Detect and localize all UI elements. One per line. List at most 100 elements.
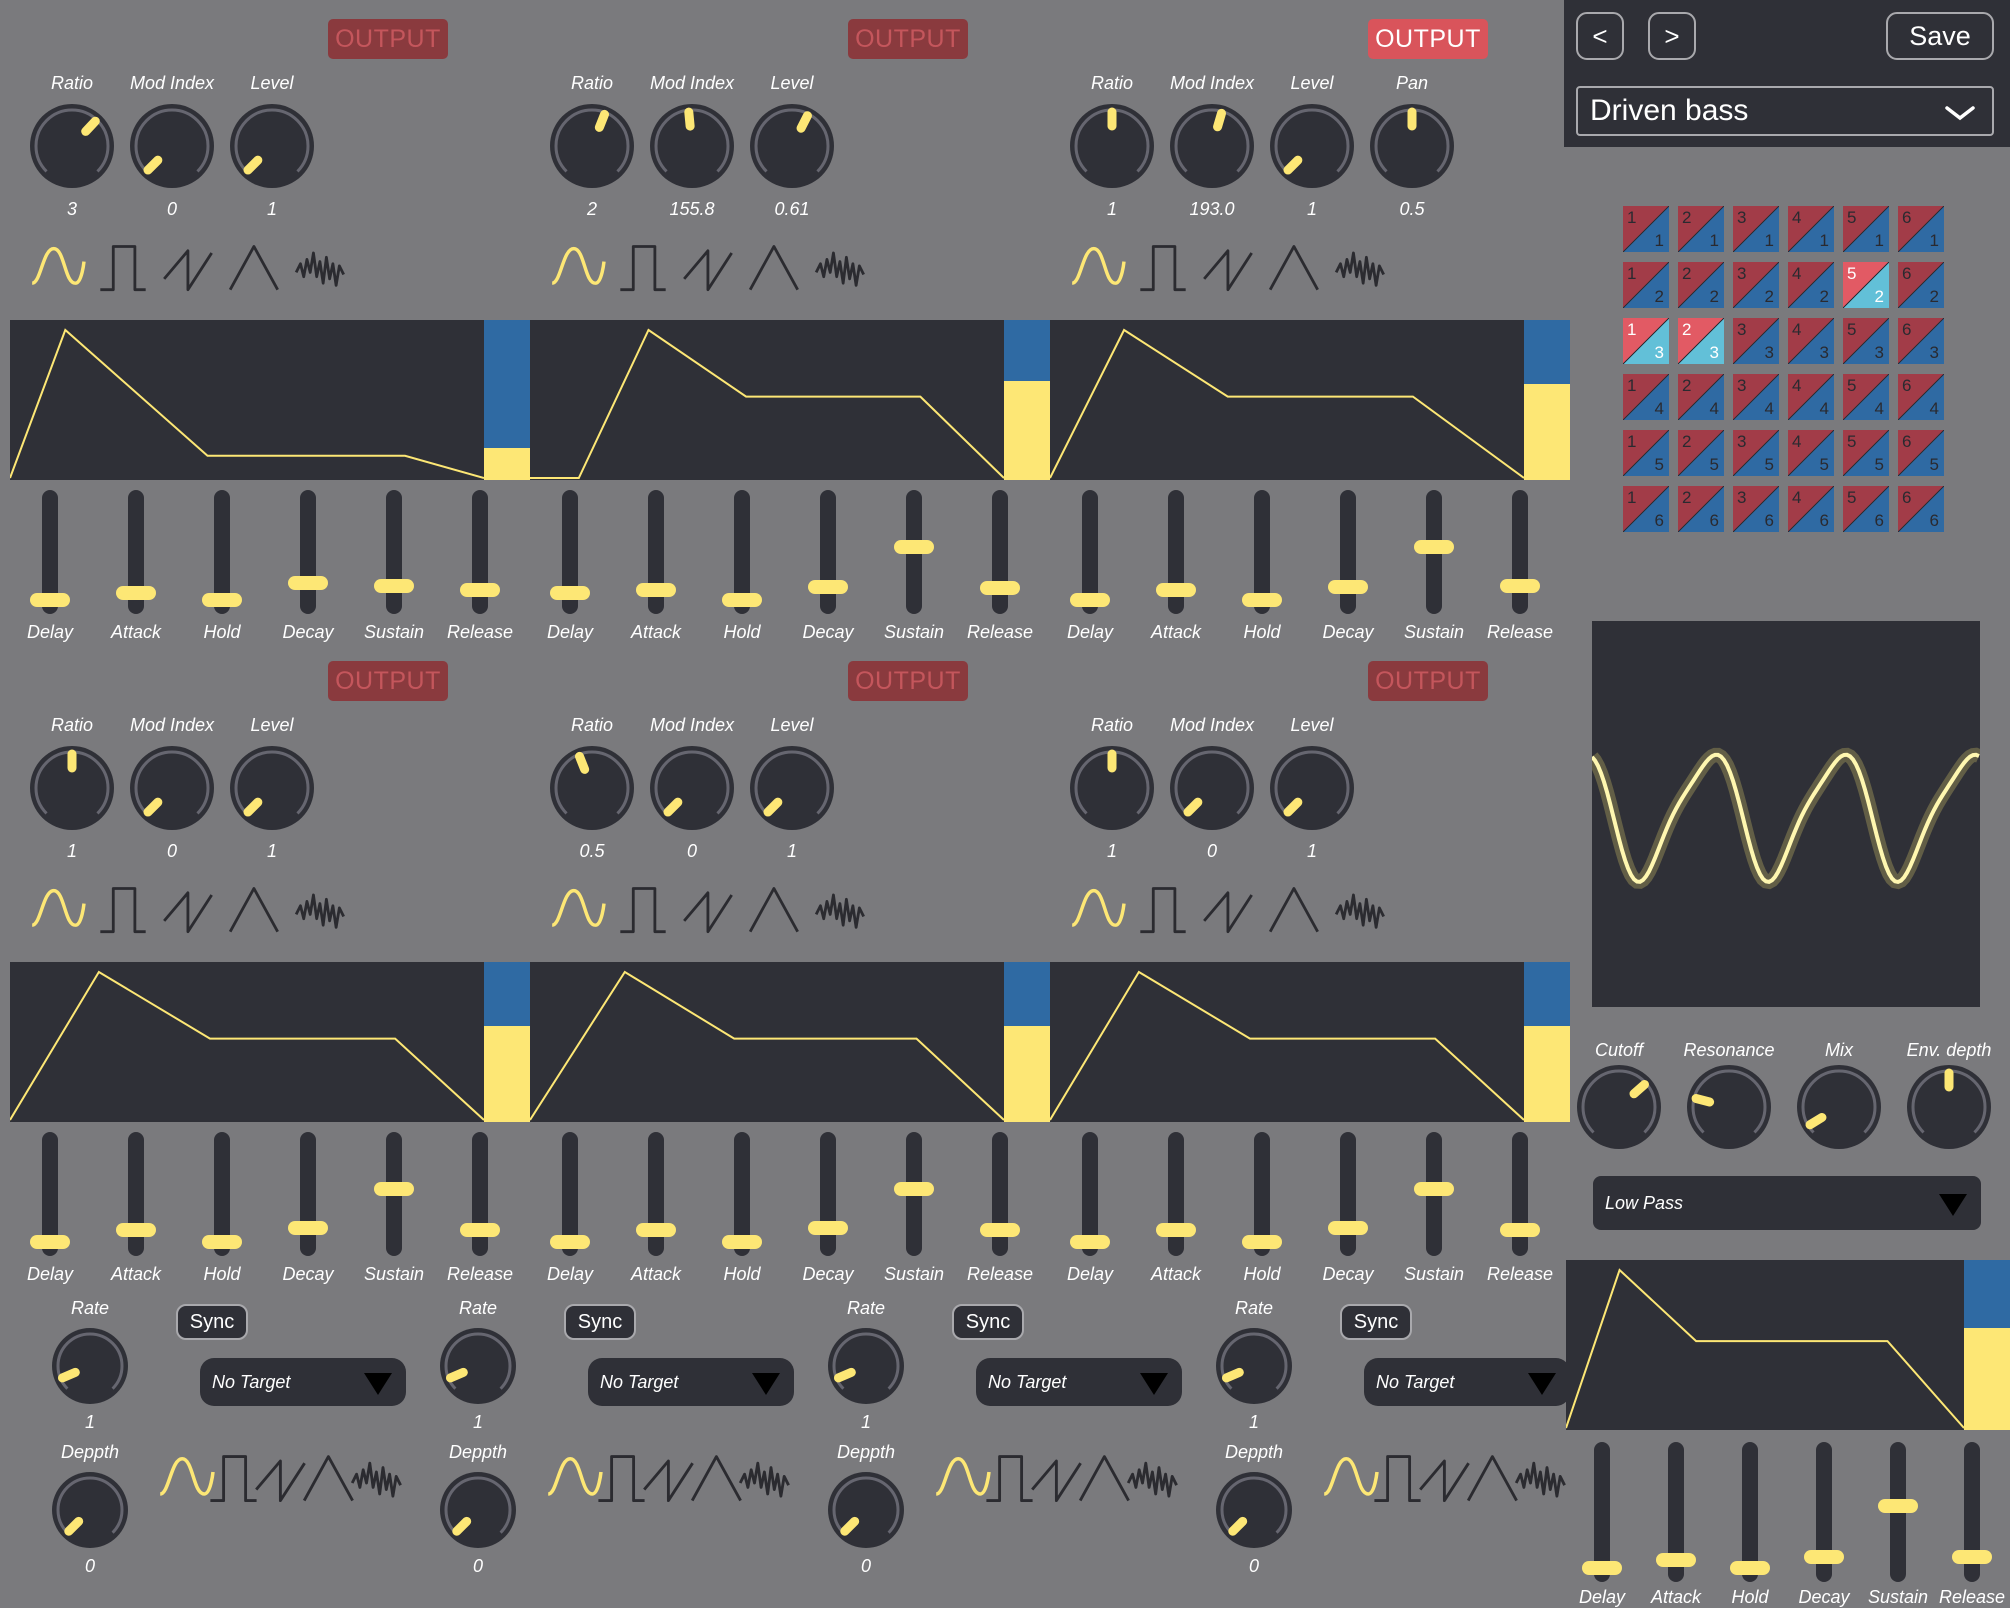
triangle-wave-icon[interactable] [1268,240,1324,296]
op5-hold-slider-thumb[interactable] [722,1235,762,1249]
filter-release-slider-thumb[interactable] [1952,1549,1992,1564]
square-wave-icon[interactable] [96,240,152,296]
op2-hold-slider-thumb[interactable] [722,593,762,607]
op5-mod-index-knob[interactable] [644,740,740,836]
op2-level-knob[interactable] [744,98,840,194]
op6-sustain-slider-thumb[interactable] [1414,1182,1454,1197]
op6-output-button[interactable]: OUTPUT [1368,661,1488,701]
op5-attack-slider-thumb[interactable] [636,1222,676,1237]
op4-decay-slider-thumb[interactable] [288,1220,328,1235]
op3-attack-slider-thumb[interactable] [1156,583,1196,598]
op5-attack-slider[interactable] [648,1132,664,1256]
op2-release-slider[interactable] [992,490,1008,614]
matrix-cell-2-2[interactable]: 22 [1678,262,1724,308]
sine-wave-icon[interactable] [30,240,86,296]
matrix-cell-4-6[interactable]: 46 [1788,486,1834,532]
op4-delay-slider-thumb[interactable] [30,1235,70,1249]
op2-delay-slider-thumb[interactable] [550,586,590,601]
matrix-cell-2-5[interactable]: 25 [1678,430,1724,476]
sine-wave-icon[interactable] [1070,240,1126,296]
matrix-cell-3-2[interactable]: 32 [1733,262,1779,308]
sine-wave-icon[interactable] [550,240,606,296]
op4-attack-slider[interactable] [128,1132,144,1256]
op1-attack-slider-thumb[interactable] [116,586,156,601]
op5-release-slider-thumb[interactable] [980,1223,1020,1238]
filter-hold-slider-thumb[interactable] [1730,1561,1770,1575]
lfo4-depth-knob[interactable] [1210,1466,1298,1554]
noise-wave-icon[interactable] [814,240,870,296]
op6-attack-slider[interactable] [1168,1132,1184,1256]
op6-release-slider-thumb[interactable] [1500,1223,1540,1238]
op4-hold-slider-thumb[interactable] [202,1235,242,1249]
op6-hold-slider-thumb[interactable] [1242,1235,1282,1249]
filter-type-select[interactable]: Low Pass [1593,1176,1981,1230]
lfo2-target-select[interactable]: No Target [588,1358,794,1406]
triangle-wave-icon[interactable] [748,882,804,938]
op1-decay-slider-thumb[interactable] [288,575,328,590]
op1-sustain-slider[interactable] [386,490,402,614]
op2-ratio-knob[interactable] [544,98,640,194]
op5-delay-slider-thumb[interactable] [550,1235,590,1249]
matrix-cell-5-4[interactable]: 54 [1843,374,1889,420]
matrix-cell-2-4[interactable]: 24 [1678,374,1724,420]
lfo3-target-select[interactable]: No Target [976,1358,1182,1406]
matrix-cell-6-3[interactable]: 63 [1898,318,1944,364]
lfo3-rate-knob[interactable] [822,1322,910,1410]
saw-wave-icon[interactable] [1202,882,1258,938]
op1-delay-slider-thumb[interactable] [30,593,70,607]
op5-output-button[interactable]: OUTPUT [848,661,968,701]
lfo1-target-select[interactable]: No Target [200,1358,406,1406]
noise-wave-icon[interactable] [1126,1450,1183,1507]
op1-ratio-knob[interactable] [24,98,120,194]
matrix-cell-5-6[interactable]: 56 [1843,486,1889,532]
save-button[interactable]: Save [1886,12,1994,60]
square-wave-icon[interactable] [1136,882,1192,938]
op4-decay-slider[interactable] [300,1132,316,1256]
op6-mod-index-knob[interactable] [1164,740,1260,836]
matrix-cell-6-2[interactable]: 62 [1898,262,1944,308]
prev-preset-button[interactable]: < [1576,12,1624,60]
triangle-wave-icon[interactable] [228,882,284,938]
noise-wave-icon[interactable] [1334,882,1390,938]
op6-ratio-knob[interactable] [1064,740,1160,836]
op5-level-knob[interactable] [744,740,840,836]
matrix-cell-1-5[interactable]: 15 [1623,430,1669,476]
op3-hold-slider-thumb[interactable] [1242,593,1282,607]
filter-resonance-knob[interactable] [1681,1059,1777,1155]
op3-pan-knob[interactable] [1364,98,1460,194]
matrix-cell-4-2[interactable]: 42 [1788,262,1834,308]
op6-release-slider[interactable] [1512,1132,1528,1256]
op4-attack-slider-thumb[interactable] [116,1223,156,1238]
lfo2-sync-button[interactable]: Sync [564,1304,636,1340]
matrix-cell-4-5[interactable]: 45 [1788,430,1834,476]
filter-env-depth-knob[interactable] [1901,1059,1997,1155]
op2-sustain-slider-thumb[interactable] [894,540,934,555]
filter-mix-knob[interactable] [1791,1059,1887,1155]
op4-mod-index-knob[interactable] [124,740,220,836]
triangle-wave-icon[interactable] [1268,882,1324,938]
op2-output-button[interactable]: OUTPUT [848,19,968,59]
op6-delay-slider-thumb[interactable] [1070,1235,1110,1249]
op1-hold-slider-thumb[interactable] [202,593,242,607]
lfo4-rate-knob[interactable] [1210,1322,1298,1410]
op3-decay-slider[interactable] [1340,490,1356,614]
matrix-cell-1-2[interactable]: 12 [1623,262,1669,308]
matrix-cell-6-4[interactable]: 64 [1898,374,1944,420]
op5-sustain-slider-thumb[interactable] [894,1182,934,1197]
filter-sustain-slider-thumb[interactable] [1878,1499,1918,1514]
op5-release-slider[interactable] [992,1132,1008,1256]
op4-sustain-slider-thumb[interactable] [374,1182,414,1197]
saw-wave-icon[interactable] [162,240,218,296]
op4-ratio-knob[interactable] [24,740,120,836]
noise-wave-icon[interactable] [294,240,350,296]
filter-attack-slider-thumb[interactable] [1656,1553,1696,1568]
matrix-cell-3-1[interactable]: 31 [1733,206,1779,252]
op4-release-slider[interactable] [472,1132,488,1256]
square-wave-icon[interactable] [616,882,672,938]
lfo2-rate-knob[interactable] [434,1322,522,1410]
preset-select[interactable]: Driven bass [1576,86,1994,136]
triangle-wave-icon[interactable] [748,240,804,296]
matrix-cell-3-6[interactable]: 36 [1733,486,1779,532]
op6-decay-slider-thumb[interactable] [1328,1220,1368,1235]
op4-release-slider-thumb[interactable] [460,1223,500,1238]
